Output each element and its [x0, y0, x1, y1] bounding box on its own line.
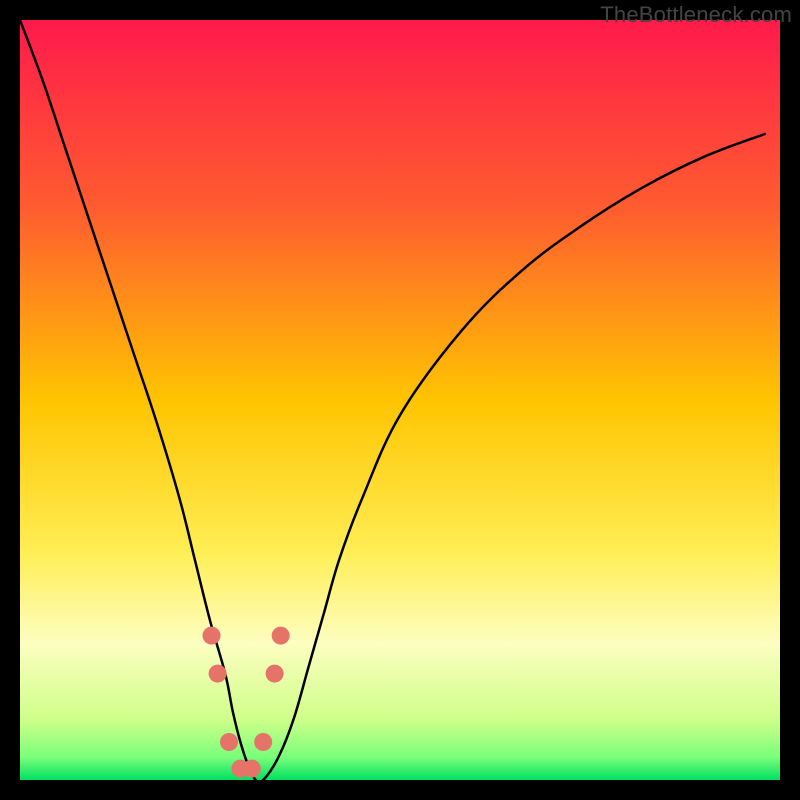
curve-marker [254, 733, 272, 751]
curve-marker [220, 733, 238, 751]
curve-marker [272, 627, 290, 645]
curve-marker [243, 760, 261, 778]
curve-marker [266, 665, 284, 683]
curve-marker [209, 665, 227, 683]
gradient-background [20, 20, 780, 780]
curve-marker [203, 627, 221, 645]
bottleneck-chart [20, 20, 780, 780]
watermark-text: TheBottleneck.com [600, 2, 792, 28]
